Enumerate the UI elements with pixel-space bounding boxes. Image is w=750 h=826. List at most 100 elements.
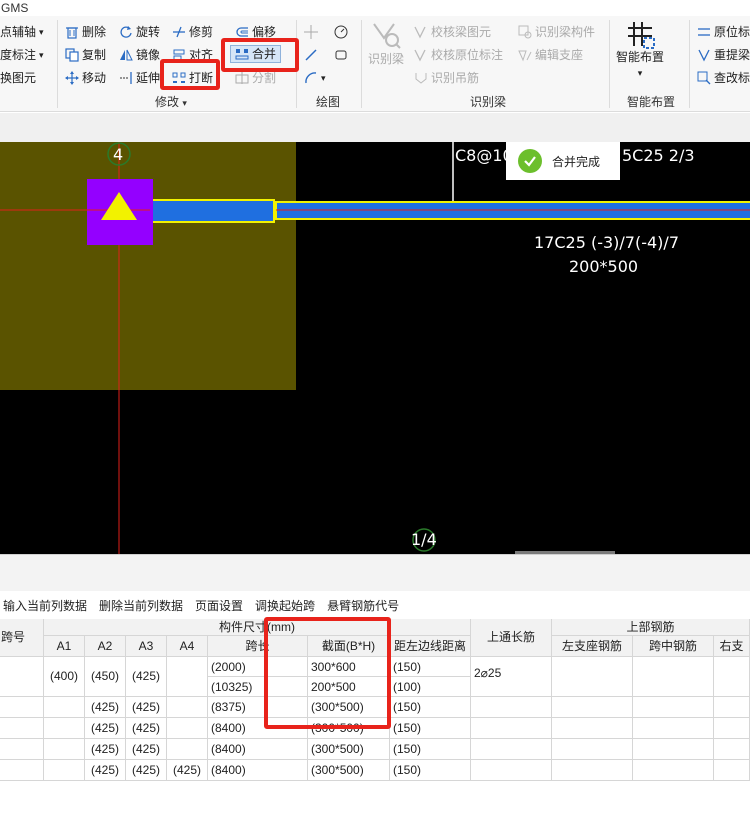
rotate-button[interactable]: 旋转 bbox=[119, 22, 160, 42]
page-setup-button[interactable]: 页面设置 bbox=[195, 597, 243, 615]
table-cell[interactable]: (300*500) bbox=[308, 718, 390, 739]
table-cell[interactable] bbox=[471, 739, 552, 760]
table-cell[interactable]: (425) bbox=[85, 718, 126, 739]
table-cell[interactable]: (425) bbox=[126, 657, 167, 697]
table-cell[interactable] bbox=[633, 760, 714, 781]
table-cell[interactable]: (425) bbox=[126, 697, 167, 718]
table-cell[interactable] bbox=[0, 697, 44, 718]
ribbon-swap-element[interactable]: 换图元 bbox=[0, 68, 36, 88]
table-cell[interactable]: (8375) bbox=[208, 697, 308, 718]
table-cell[interactable] bbox=[167, 739, 208, 760]
table-cell[interactable]: (425) bbox=[85, 739, 126, 760]
ribbon-degree-annot[interactable]: 度标注 ▾ bbox=[0, 45, 44, 65]
table-cell[interactable]: (400) bbox=[44, 657, 85, 697]
table-cell[interactable] bbox=[633, 697, 714, 718]
table-cell[interactable]: (150) bbox=[390, 657, 471, 677]
table-cell[interactable] bbox=[471, 718, 552, 739]
table-cell[interactable]: (300*500) bbox=[308, 697, 390, 718]
table-cell[interactable] bbox=[714, 739, 750, 760]
draw-arc-button[interactable]: ▾ bbox=[304, 68, 326, 88]
split-button[interactable]: 分割 bbox=[235, 68, 276, 88]
edit-support-button[interactable]: 编辑支座 bbox=[518, 45, 583, 65]
table-cell[interactable] bbox=[714, 657, 750, 697]
table-cell[interactable] bbox=[0, 718, 44, 739]
input-column-data-button[interactable]: 输入当前列数据 bbox=[3, 597, 87, 615]
table-cell[interactable]: (2000) bbox=[208, 657, 308, 677]
table-cell[interactable]: (150) bbox=[390, 760, 471, 781]
table-cell[interactable] bbox=[471, 760, 552, 781]
table-cell[interactable] bbox=[44, 739, 85, 760]
panel-splitter[interactable] bbox=[0, 554, 750, 591]
identify-hanger-button[interactable]: 识别吊筋 bbox=[414, 68, 479, 88]
table-cell[interactable] bbox=[552, 739, 633, 760]
table-cell[interactable] bbox=[471, 697, 552, 718]
break-button[interactable]: 打断 bbox=[172, 68, 213, 88]
table-cell[interactable] bbox=[167, 697, 208, 718]
table-cell[interactable] bbox=[714, 718, 750, 739]
table-cell[interactable] bbox=[714, 697, 750, 718]
delete-button[interactable]: 删除 bbox=[65, 22, 106, 42]
table-cell[interactable] bbox=[552, 760, 633, 781]
table-cell[interactable] bbox=[44, 697, 85, 718]
table-cell[interactable]: 2⌀25 bbox=[471, 657, 552, 697]
table-cell[interactable] bbox=[714, 760, 750, 781]
in-place-annot-button[interactable]: 原位标 bbox=[697, 22, 750, 42]
table-cell[interactable]: (150) bbox=[390, 718, 471, 739]
table-cell[interactable]: (300*500) bbox=[308, 739, 390, 760]
table-cell[interactable]: (450) bbox=[85, 657, 126, 697]
draw-rect-button[interactable] bbox=[334, 45, 348, 65]
cantilever-code-button[interactable]: 悬臂钢筋代号 bbox=[327, 597, 399, 615]
check-beam-elements-button[interactable]: 校核梁图元 bbox=[414, 22, 491, 42]
table-cell[interactable]: (150) bbox=[390, 739, 471, 760]
delete-column-data-button[interactable]: 删除当前列数据 bbox=[99, 597, 183, 615]
table-cell[interactable] bbox=[167, 718, 208, 739]
ribbon-point-axis[interactable]: 点辅轴 ▾ bbox=[0, 22, 44, 42]
table-cell[interactable] bbox=[552, 718, 633, 739]
table-cell[interactable] bbox=[0, 760, 44, 781]
table-cell[interactable] bbox=[0, 739, 44, 760]
modify-group-label[interactable]: 修改 ▾ bbox=[155, 94, 187, 110]
check-annotation-button[interactable]: 校核原位标注 bbox=[414, 45, 503, 65]
offset-button[interactable]: 偏移 bbox=[235, 22, 276, 42]
re-extract-button[interactable]: 重提梁 bbox=[697, 45, 750, 65]
table-cell[interactable] bbox=[633, 739, 714, 760]
table-cell[interactable] bbox=[44, 760, 85, 781]
table-cell[interactable]: (8400) bbox=[208, 739, 308, 760]
draw-line-button[interactable] bbox=[304, 45, 318, 65]
table-cell[interactable] bbox=[552, 697, 633, 718]
table-cell[interactable]: (100) bbox=[390, 677, 471, 697]
identify-beam-members-button[interactable]: 识别梁构件 bbox=[518, 22, 595, 42]
table-cell[interactable]: 300*600 bbox=[308, 657, 390, 677]
table-cell[interactable]: (150) bbox=[390, 697, 471, 718]
draw-rotate-point-button[interactable] bbox=[334, 22, 348, 42]
table-cell[interactable] bbox=[167, 657, 208, 697]
drawing-canvas[interactable]: 4 1/4 C8@10 5C25 2/3 17C25 (-3)/7(-4)/7 … bbox=[0, 142, 750, 554]
table-cell[interactable]: 200*500 bbox=[308, 677, 390, 697]
table-cell[interactable] bbox=[44, 718, 85, 739]
copy-button[interactable]: 复制 bbox=[65, 45, 106, 65]
move-button[interactable]: 移动 bbox=[65, 68, 106, 88]
extend-button[interactable]: 延伸 bbox=[119, 68, 160, 88]
view-modify-button[interactable]: 查改标 bbox=[697, 68, 750, 88]
table-cell[interactable]: (425) bbox=[126, 718, 167, 739]
swap-start-span-button[interactable]: 调换起始跨 bbox=[255, 597, 315, 615]
table-cell[interactable]: (10325) bbox=[208, 677, 308, 697]
table-cell[interactable]: (425) bbox=[85, 760, 126, 781]
table-cell[interactable] bbox=[633, 718, 714, 739]
table-cell[interactable]: (300*500) bbox=[308, 760, 390, 781]
table-cell[interactable] bbox=[552, 657, 633, 697]
trim-button[interactable]: 修剪 bbox=[172, 22, 213, 42]
table-cell[interactable]: (425) bbox=[126, 760, 167, 781]
merge-button[interactable]: 合并 bbox=[230, 45, 282, 63]
mirror-button[interactable]: 镜像 bbox=[119, 45, 160, 65]
draw-point-button[interactable] bbox=[304, 22, 318, 42]
table-cell[interactable]: (425) bbox=[167, 760, 208, 781]
table-cell[interactable]: (425) bbox=[85, 697, 126, 718]
table-cell[interactable] bbox=[0, 657, 44, 697]
table-cell[interactable]: (8400) bbox=[208, 718, 308, 739]
table-cell[interactable]: (425) bbox=[126, 739, 167, 760]
smart-layout-button[interactable]: 智能布置 ▾ bbox=[616, 20, 664, 80]
align-button[interactable]: 对齐 bbox=[172, 45, 213, 65]
identify-beam-button[interactable]: 识别梁 bbox=[368, 20, 404, 78]
table-cell[interactable]: (8400) bbox=[208, 760, 308, 781]
